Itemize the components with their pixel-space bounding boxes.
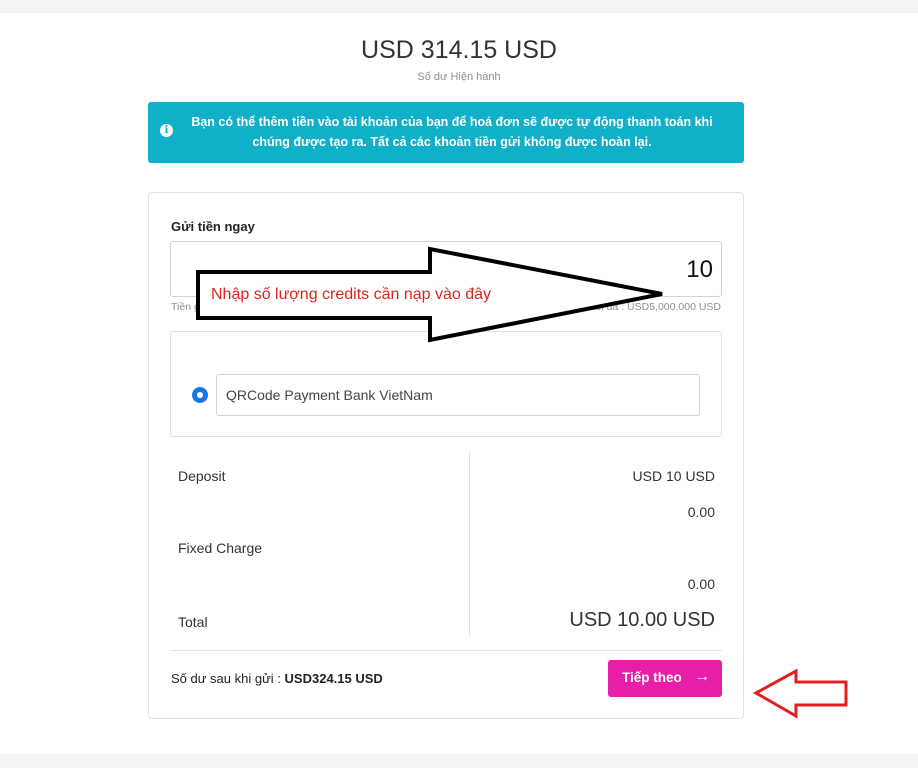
- info-alert: i Bạn có thể thêm tiền vào tài khoản của…: [148, 102, 744, 163]
- info-icon: i: [160, 124, 173, 137]
- fixed-charge-value: 0.00: [687, 576, 715, 592]
- add-funds-card: Gửi tiền ngay 10 Tiền gửi tối thiểu : US…: [148, 192, 744, 719]
- summary-divider: [469, 451, 470, 637]
- footer-divider: [170, 650, 722, 651]
- balance-after-value: USD324.15 USD: [284, 671, 383, 686]
- current-balance-label: Số dư Hiện hành: [417, 71, 501, 83]
- balance-after-label: Số dư sau khi gửi :: [171, 671, 281, 686]
- deposit-summary: Deposit USD 10 USD 0.00 Fixed Charge 0.0…: [171, 451, 723, 639]
- gateway-option-qrcode[interactable]: QRCode Payment Bank VietNam: [216, 374, 700, 416]
- next-button-label: Tiếp theo: [622, 670, 682, 685]
- total-value: USD 10.00 USD: [569, 609, 715, 631]
- arrow-right-icon: →: [694, 668, 710, 685]
- next-button[interactable]: Tiếp theo →: [608, 660, 722, 697]
- payment-gateway-box: QRCode Payment Bank VietNam: [170, 331, 722, 437]
- deposit-amount-value: 10: [686, 256, 713, 283]
- max-deposit-text: Tiền gửi tối đa : USD5,000.000 USD: [551, 301, 721, 313]
- annotation-text: Nhập số lượng credits cần nạp vào đây: [211, 286, 492, 303]
- info-alert-text: Bạn có thể thêm tiền vào tài khoản của b…: [191, 115, 713, 149]
- deposit-title: Gửi tiền ngay: [171, 219, 255, 234]
- deposit-sub-value: 0.00: [687, 504, 715, 520]
- total-label: Total: [178, 614, 208, 630]
- gateway-radio[interactable]: [192, 387, 208, 403]
- balance-after-deposit: Số dư sau khi gửi : USD324.15 USD: [171, 671, 383, 686]
- deposit-label: Deposit: [178, 468, 226, 484]
- current-balance-amount: USD 314.15 USD: [361, 36, 557, 64]
- deposit-value: USD 10 USD: [632, 468, 715, 484]
- fixed-charge-label: Fixed Charge: [178, 540, 263, 556]
